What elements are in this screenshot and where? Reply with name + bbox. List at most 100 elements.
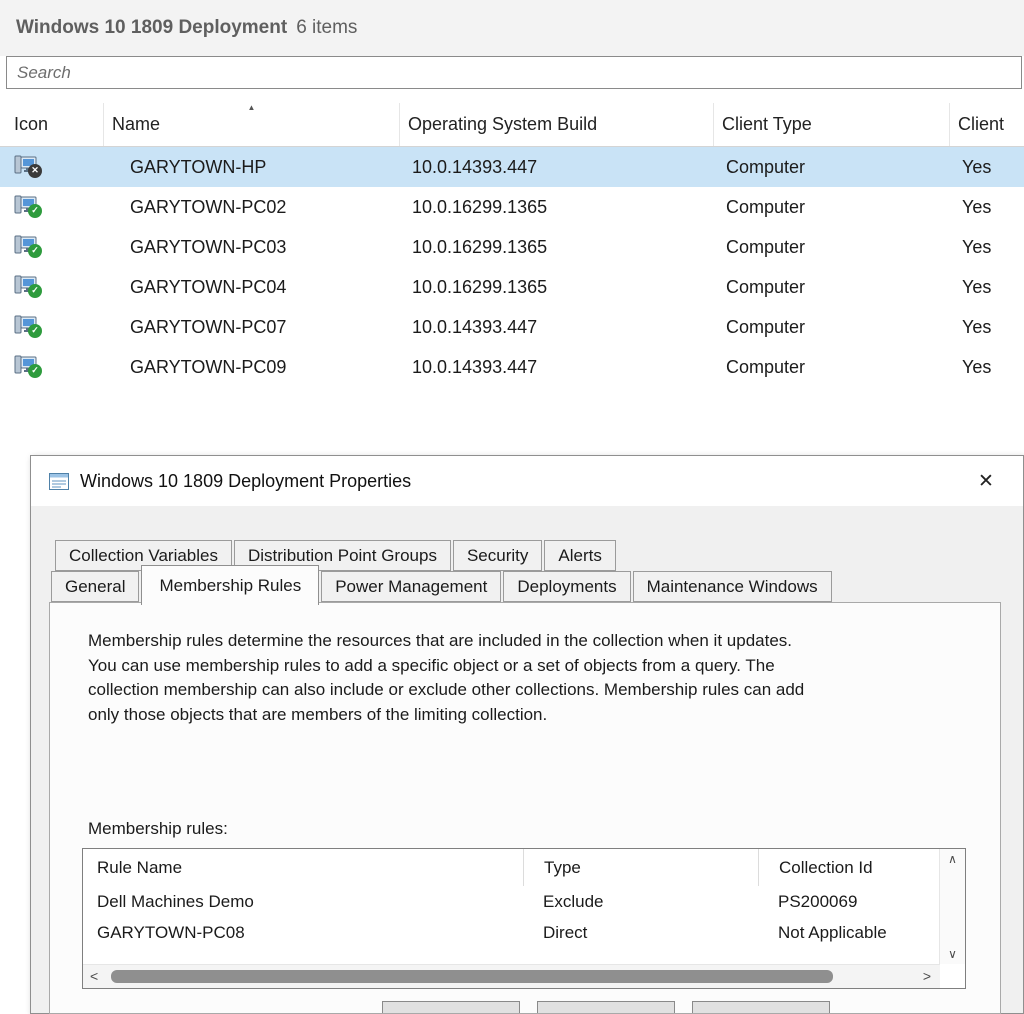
sort-ascending-icon: ▲ [248, 103, 256, 113]
dialog-tab[interactable]: Maintenance Windows [633, 571, 832, 602]
dialog-tab[interactable]: General [51, 571, 139, 602]
table-row[interactable]: GARYTOWN-PC02 10.0.16299.1365 Computer Y… [0, 187, 1024, 227]
description-line: You can use membership rules to add a sp… [88, 654, 804, 679]
horizontal-scroll-thumb[interactable] [111, 970, 833, 983]
os-build: 10.0.14393.447 [400, 157, 714, 178]
vertical-scrollbar[interactable]: ∧ ∨ [939, 849, 965, 964]
description-line: collection membership can also include o… [88, 678, 804, 703]
close-icon[interactable]: ✕ [971, 466, 1001, 496]
properties-dialog: Windows 10 1809 Deployment Properties ✕ … [30, 455, 1024, 1014]
dialog-title: Windows 10 1809 Deployment Properties [80, 471, 411, 492]
description-line: only those objects that are members of t… [88, 703, 804, 728]
device-status-icon [14, 235, 38, 255]
status-badge [28, 284, 42, 298]
client-flag: Yes [950, 317, 1024, 338]
table-row[interactable]: GARYTOWN-HP 10.0.14393.447 Computer Yes [0, 147, 1024, 187]
device-status-icon [14, 195, 38, 215]
rules-action-button-1[interactable] [382, 1001, 520, 1014]
collection-item-count: 6 items [296, 17, 357, 39]
rule-name: Dell Machines Demo [83, 892, 523, 912]
client-flag: Yes [950, 277, 1024, 298]
client-flag: Yes [950, 157, 1024, 178]
table-row[interactable]: GARYTOWN-PC07 10.0.14393.447 Computer Ye… [0, 307, 1024, 347]
dialog-tabs-row2: General Membership Rules Power Managemen… [51, 571, 834, 605]
rules-column-rule-name[interactable]: Rule Name [83, 849, 523, 886]
collection-title: Windows 10 1809 Deployment [16, 17, 287, 39]
client-type: Computer [714, 277, 950, 298]
rule-collection-id: Not Applicable [758, 923, 941, 943]
rule-name: GARYTOWN-PC08 [83, 923, 523, 943]
device-icon-cell [0, 315, 104, 340]
column-header-icon[interactable]: Icon [0, 103, 104, 146]
status-badge [28, 324, 42, 338]
column-header-name[interactable]: ▲ Name [104, 103, 400, 146]
status-badge [28, 164, 42, 178]
client-flag: Yes [950, 237, 1024, 258]
client-type: Computer [714, 357, 950, 378]
description-line: Membership rules determine the resources… [88, 629, 804, 654]
dialog-tab[interactable]: Membership Rules [141, 565, 319, 605]
os-build: 10.0.14393.447 [400, 317, 714, 338]
rules-action-button-2[interactable] [537, 1001, 675, 1014]
rule-row[interactable]: GARYTOWN-PC08 Direct Not Applicable [83, 917, 965, 948]
table-row[interactable]: GARYTOWN-PC03 10.0.16299.1365 Computer Y… [0, 227, 1024, 267]
membership-rules-label: Membership rules: [88, 819, 228, 839]
rules-column-collection-id[interactable]: Collection Id [758, 849, 941, 886]
dialog-tab[interactable]: Power Management [321, 571, 501, 602]
membership-rules-description: Membership rules determine the resources… [88, 629, 804, 727]
rule-row[interactable]: Dell Machines Demo Exclude PS200069 [83, 886, 965, 917]
table-header: Icon ▲ Name Operating System Build Clien… [0, 103, 1024, 147]
status-badge [28, 204, 42, 218]
search-input[interactable] [6, 56, 1022, 89]
status-badge [28, 364, 42, 378]
rules-action-button-3[interactable] [692, 1001, 830, 1014]
scroll-left-icon[interactable]: < [90, 968, 98, 984]
status-badge [28, 244, 42, 258]
table-row[interactable]: GARYTOWN-PC04 10.0.16299.1365 Computer Y… [0, 267, 1024, 307]
device-icon-cell [0, 195, 104, 220]
collection-title-bar: Windows 10 1809 Deployment 6 items [0, 0, 1024, 56]
device-name: GARYTOWN-HP [104, 157, 400, 178]
rules-column-type[interactable]: Type [523, 849, 758, 886]
collection-list-view: Windows 10 1809 Deployment 6 items Icon … [0, 0, 1024, 387]
device-list: GARYTOWN-HP 10.0.14393.447 Computer Yes [0, 147, 1024, 387]
device-icon-cell [0, 155, 104, 180]
column-header-client[interactable]: Client [950, 103, 1024, 146]
client-type: Computer [714, 317, 950, 338]
device-status-icon [14, 275, 38, 295]
device-name: GARYTOWN-PC04 [104, 277, 400, 298]
device-icon-cell [0, 235, 104, 260]
client-flag: Yes [950, 357, 1024, 378]
column-header-client-type[interactable]: Client Type [714, 103, 950, 146]
horizontal-scrollbar[interactable]: < > [83, 964, 940, 988]
table-row[interactable]: GARYTOWN-PC09 10.0.14393.447 Computer Ye… [0, 347, 1024, 387]
client-type: Computer [714, 157, 950, 178]
membership-rules-list: Rule Name Type Collection Id Dell Machin… [82, 848, 966, 989]
rule-collection-id: PS200069 [758, 892, 941, 912]
client-type: Computer [714, 197, 950, 218]
dialog-tab[interactable]: Alerts [544, 540, 615, 571]
column-header-name-label: Name [112, 114, 160, 135]
device-name: GARYTOWN-PC02 [104, 197, 400, 218]
rule-type: Exclude [523, 892, 758, 912]
dialog-tab[interactable]: Deployments [503, 571, 630, 602]
device-status-icon [14, 155, 38, 175]
dialog-tabs-row1: Collection Variables Distribution Point … [55, 540, 618, 571]
os-build: 10.0.16299.1365 [400, 237, 714, 258]
rules-rows: Dell Machines Demo Exclude PS200069 GARY… [83, 886, 965, 948]
scroll-right-icon[interactable]: > [923, 968, 931, 984]
search-row [0, 56, 1024, 89]
dialog-tab[interactable]: Security [453, 540, 542, 571]
os-build: 10.0.16299.1365 [400, 277, 714, 298]
dialog-titlebar[interactable]: Windows 10 1809 Deployment Properties ✕ [31, 456, 1023, 506]
os-build: 10.0.14393.447 [400, 357, 714, 378]
client-flag: Yes [950, 197, 1024, 218]
membership-rules-panel: Membership rules determine the resources… [49, 602, 1001, 1014]
properties-icon [49, 473, 69, 490]
scroll-down-icon[interactable]: ∨ [940, 947, 965, 961]
column-header-os-build[interactable]: Operating System Build [400, 103, 714, 146]
device-icon-cell [0, 355, 104, 380]
scroll-up-icon[interactable]: ∧ [940, 852, 965, 866]
device-name: GARYTOWN-PC09 [104, 357, 400, 378]
device-status-icon [14, 355, 38, 375]
